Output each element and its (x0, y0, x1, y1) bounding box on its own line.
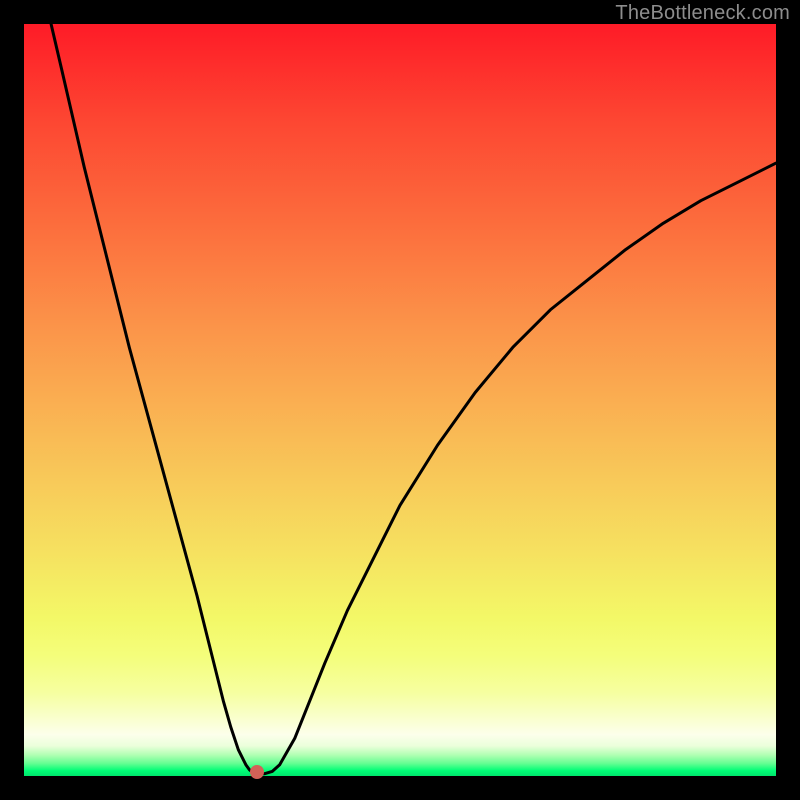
plot-area (24, 24, 776, 776)
chart-frame: TheBottleneck.com (0, 0, 800, 800)
minimum-marker-dot (250, 765, 264, 779)
bottleneck-curve (24, 24, 776, 776)
watermark-label: TheBottleneck.com (615, 2, 790, 25)
